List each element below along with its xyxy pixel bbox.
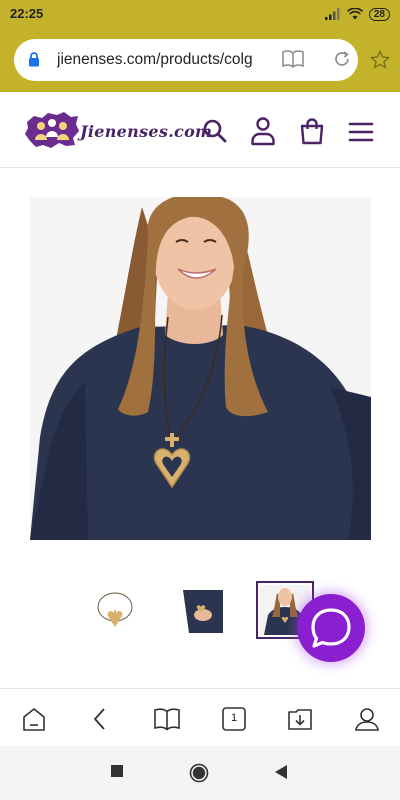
thumbnail-1[interactable] [90, 585, 140, 635]
system-navigation-bar [0, 746, 400, 800]
battery-indicator: 28 [368, 7, 390, 21]
star-icon[interactable] [370, 50, 390, 70]
logo-map-shape [25, 112, 79, 148]
product-image[interactable] [30, 197, 371, 540]
status-time: 22:25 [10, 6, 44, 21]
product-photo [30, 197, 371, 540]
hand-holding-necklace-thumbnail [175, 585, 225, 635]
home-nav-icon[interactable] [189, 763, 209, 783]
logo-text: Jienenses.com [80, 122, 213, 141]
menu-icon[interactable] [348, 121, 374, 143]
home-icon[interactable] [20, 706, 48, 732]
necklace-thumbnail [90, 585, 140, 635]
reload-icon[interactable] [333, 50, 351, 68]
cart-icon[interactable] [298, 117, 326, 145]
back-icon[interactable] [86, 706, 114, 732]
status-bar: 22:25 28 [0, 0, 400, 30]
downloads-icon[interactable] [286, 706, 314, 732]
bookmarks-icon[interactable] [153, 706, 181, 732]
status-icons: 28 [324, 6, 390, 22]
chat-icon [311, 608, 351, 648]
lock-icon [29, 52, 39, 67]
site-header: Jienenses.com [0, 92, 400, 168]
address-bar[interactable]: jienenses.com/products/colg [14, 39, 358, 81]
thumbnail-2[interactable] [175, 585, 225, 635]
browser-bottom-bar: 1 [0, 688, 400, 746]
back-nav-icon[interactable] [273, 764, 289, 780]
search-icon[interactable] [202, 118, 228, 144]
chat-button[interactable] [297, 594, 365, 662]
url-text[interactable]: jienenses.com/products/colg [57, 51, 282, 69]
tab-count: 1 [231, 712, 238, 724]
recents-icon[interactable] [110, 764, 124, 778]
profile-icon[interactable] [353, 706, 381, 732]
browser-toolbar: jienenses.com/products/colg [0, 30, 400, 92]
account-icon[interactable] [250, 116, 276, 146]
wifi-icon [346, 8, 363, 20]
signal-icon [324, 8, 340, 20]
reader-mode-icon[interactable] [282, 49, 304, 69]
tabs-button[interactable]: 1 [220, 706, 248, 732]
site-logo[interactable]: Jienenses.com [24, 110, 212, 150]
